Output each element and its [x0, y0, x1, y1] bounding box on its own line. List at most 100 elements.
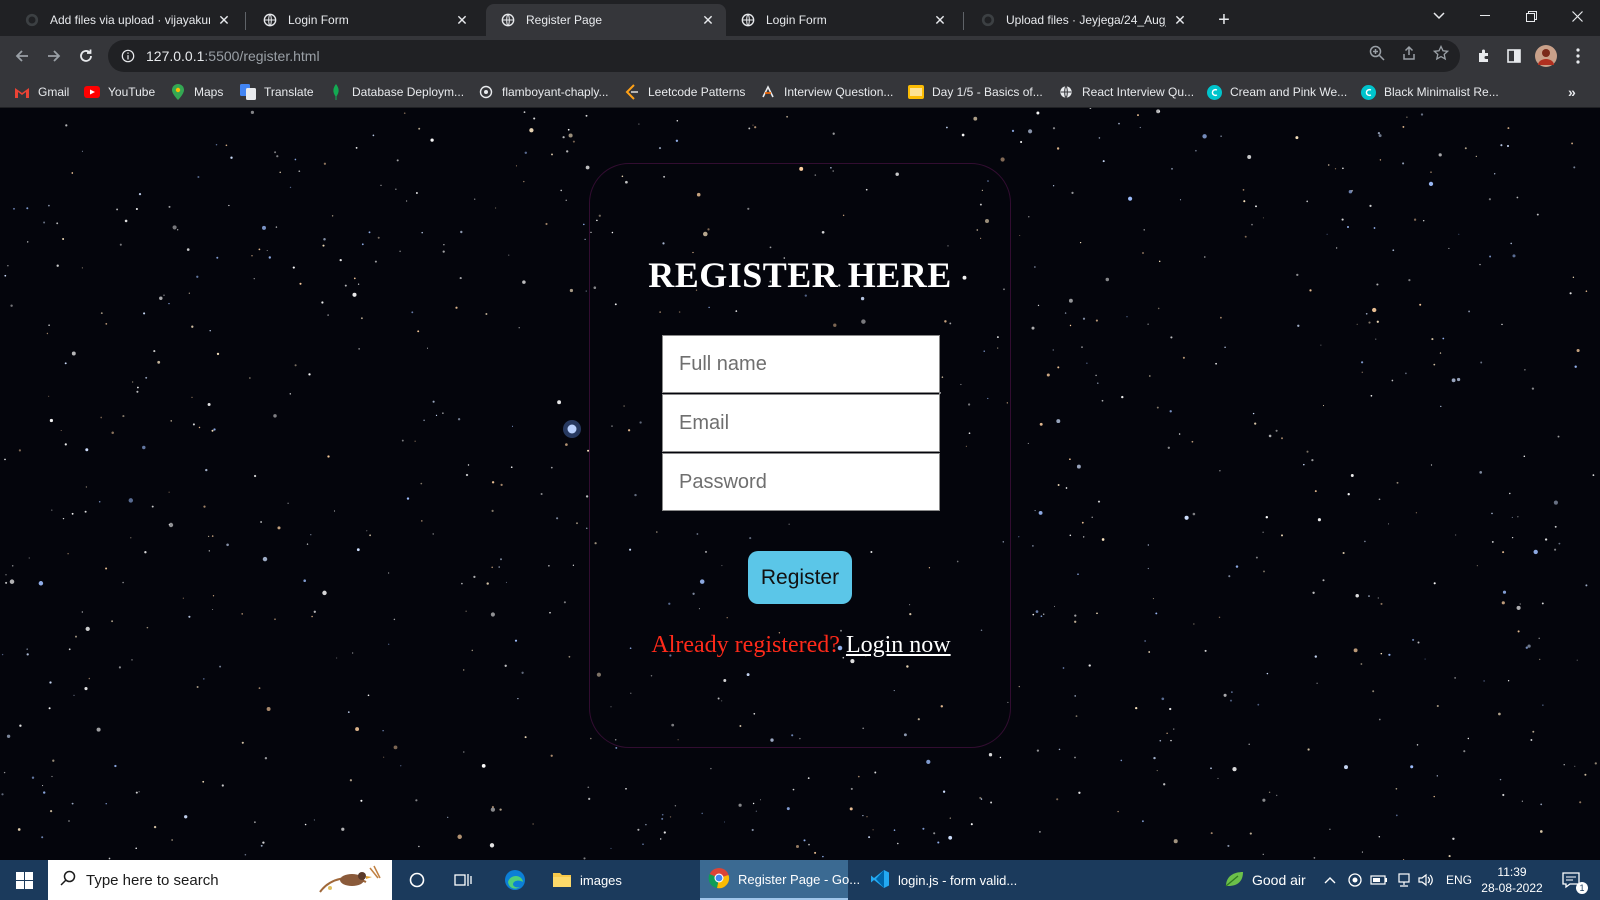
- page-title: REGISTER HERE: [648, 255, 952, 295]
- notification-badge: 1: [1576, 882, 1588, 894]
- tab-1[interactable]: Login Form ✕: [248, 4, 480, 36]
- page-viewport: REGISTER HERE Register Already registere…: [0, 108, 1600, 860]
- tab-title: Register Page: [526, 13, 603, 27]
- bookmark-react-interview[interactable]: React Interview Qu...: [1058, 83, 1194, 101]
- search-placeholder: Type here to search: [86, 871, 219, 889]
- volume-icon[interactable]: [1418, 860, 1434, 900]
- clock-date: 28-08-2022: [1481, 881, 1543, 895]
- tab-title: Login Form: [766, 13, 827, 27]
- tab-search-chevron-icon[interactable]: [1416, 0, 1462, 32]
- bookmark-icon: [760, 84, 776, 100]
- close-window-icon[interactable]: [1554, 0, 1600, 32]
- globe-icon: [262, 12, 278, 28]
- mongodb-leaf-icon: [328, 84, 344, 100]
- taskbar-app-chrome[interactable]: Register Page - Go...: [700, 860, 860, 900]
- bookmark-black-minimalist[interactable]: Black Minimalist Re...: [1360, 83, 1499, 101]
- email-input[interactable]: [662, 394, 940, 452]
- maps-icon: [170, 84, 186, 100]
- minimize-icon[interactable]: [1462, 0, 1508, 32]
- show-hidden-icons-chevron-icon[interactable]: [1324, 860, 1336, 900]
- windows-start-icon[interactable]: [12, 860, 36, 900]
- bookmarks-overflow-icon[interactable]: »: [1568, 83, 1576, 101]
- bookmark-label: YouTube: [108, 85, 156, 99]
- language-indicator[interactable]: ENG: [1446, 860, 1472, 900]
- url-path: :5500/register.html: [204, 48, 320, 64]
- chrome-icon: [708, 867, 730, 892]
- close-icon[interactable]: ✕: [1172, 12, 1188, 28]
- bookmark-interview-questions[interactable]: Interview Question...: [760, 83, 893, 101]
- bookmark-translate[interactable]: Translate: [240, 83, 314, 101]
- battery-icon[interactable]: [1370, 860, 1388, 900]
- tab-2[interactable]: Register Page ✕: [486, 4, 726, 36]
- close-icon[interactable]: ✕: [216, 12, 232, 28]
- close-icon[interactable]: ✕: [932, 12, 948, 28]
- globe-icon: [740, 12, 756, 28]
- bookmark-leetcode[interactable]: Leetcode Patterns: [624, 83, 745, 101]
- tab-3[interactable]: Login Form ✕: [726, 4, 958, 36]
- bookmark-label: Database Deploym...: [352, 85, 465, 99]
- clock-time: 11:39: [1497, 865, 1527, 879]
- taskbar-app-vscode[interactable]: login.js - form valid...: [862, 860, 1022, 900]
- password-input[interactable]: [662, 453, 940, 511]
- notification-center-icon[interactable]: 1: [1556, 860, 1588, 900]
- zoom-icon[interactable]: [1368, 44, 1386, 62]
- bookmark-day-1-5[interactable]: Day 1/5 - Basics of...: [908, 83, 1043, 101]
- edge-browser-icon[interactable]: [500, 860, 530, 900]
- login-now-link[interactable]: Login now: [846, 632, 951, 658]
- bookmark-label: React Interview Qu...: [1082, 85, 1195, 99]
- bookmark-flamboyant[interactable]: flamboyant-chaply...: [478, 83, 609, 101]
- close-icon[interactable]: ✕: [454, 12, 470, 28]
- leetcode-icon: [624, 84, 640, 100]
- task-view-icon[interactable]: [450, 860, 476, 900]
- already-registered-text: Already registered?: [651, 632, 840, 658]
- tab-strip: Add files via upload · vijayakumar ✕ Log…: [0, 0, 1600, 36]
- star-icon[interactable]: [1432, 44, 1450, 62]
- bookmark-label: Translate: [264, 85, 314, 99]
- bookmark-gmail[interactable]: Gmail: [14, 83, 69, 101]
- taskbar-app-label: login.js - form valid...: [898, 872, 1018, 888]
- bookmark-database-deployment[interactable]: Database Deploym...: [328, 83, 464, 101]
- bookmark-maps[interactable]: Maps: [170, 83, 223, 101]
- leaf-icon: [1224, 870, 1244, 891]
- cortana-icon[interactable]: [404, 860, 430, 900]
- fullname-input[interactable]: [662, 335, 940, 393]
- tab-title: Add files via upload · vijayakumar: [50, 13, 210, 27]
- url-text: 127.0.0.1:5500/register.html: [146, 48, 320, 64]
- reload-icon[interactable]: [72, 42, 100, 70]
- forward-arrow-icon[interactable]: [40, 42, 68, 70]
- youtube-icon: [84, 84, 100, 100]
- extensions-icon[interactable]: [1470, 42, 1498, 70]
- taskbar-search-box[interactable]: Type here to search: [48, 860, 392, 900]
- new-tab-button[interactable]: +: [1212, 8, 1236, 32]
- register-card: REGISTER HERE Register Already registere…: [589, 163, 1011, 748]
- profile-avatar[interactable]: [1532, 42, 1560, 70]
- side-panel-icon[interactable]: [1500, 42, 1528, 70]
- weather-widget[interactable]: Good air: [1224, 860, 1306, 900]
- bookmark-cream-pink[interactable]: Cream and Pink We...: [1206, 83, 1347, 101]
- tab-0[interactable]: Add files via upload · vijayakumar ✕: [10, 4, 242, 36]
- back-arrow-icon[interactable]: [8, 42, 36, 70]
- globe-icon: [1058, 84, 1074, 100]
- tab-4[interactable]: Upload files · Jeyjega/24_Aug_20 ✕: [966, 4, 1198, 36]
- site-info-icon[interactable]: [120, 48, 136, 64]
- taskbar-app-images[interactable]: images: [544, 860, 680, 900]
- bookmark-label: Day 1/5 - Basics of...: [932, 85, 1043, 99]
- windows-taskbar: Type here to search images Register Page…: [0, 860, 1600, 900]
- address-bar[interactable]: 127.0.0.1:5500/register.html: [108, 40, 1460, 72]
- bookmark-youtube[interactable]: YouTube: [84, 83, 155, 101]
- close-icon[interactable]: ✕: [700, 12, 716, 28]
- app-icon: [478, 84, 494, 100]
- network-icon[interactable]: [1396, 860, 1412, 900]
- share-icon[interactable]: [1400, 44, 1418, 62]
- register-button[interactable]: Register: [748, 551, 852, 604]
- taskbar-app-label: Register Page - Go...: [738, 871, 861, 887]
- location-icon[interactable]: [1348, 860, 1362, 900]
- login-prompt: Already registered? Login now: [590, 632, 1012, 659]
- menu-kebab-icon[interactable]: [1564, 42, 1592, 70]
- canva-icon: [1206, 84, 1222, 100]
- bookmark-label: flamboyant-chaply...: [502, 85, 609, 99]
- restore-icon[interactable]: [1508, 0, 1554, 32]
- bookmark-label: Cream and Pink We...: [1230, 85, 1348, 99]
- system-clock[interactable]: 11:39 28-08-2022: [1480, 864, 1544, 896]
- browser-toolbar: 127.0.0.1:5500/register.html: [0, 36, 1600, 76]
